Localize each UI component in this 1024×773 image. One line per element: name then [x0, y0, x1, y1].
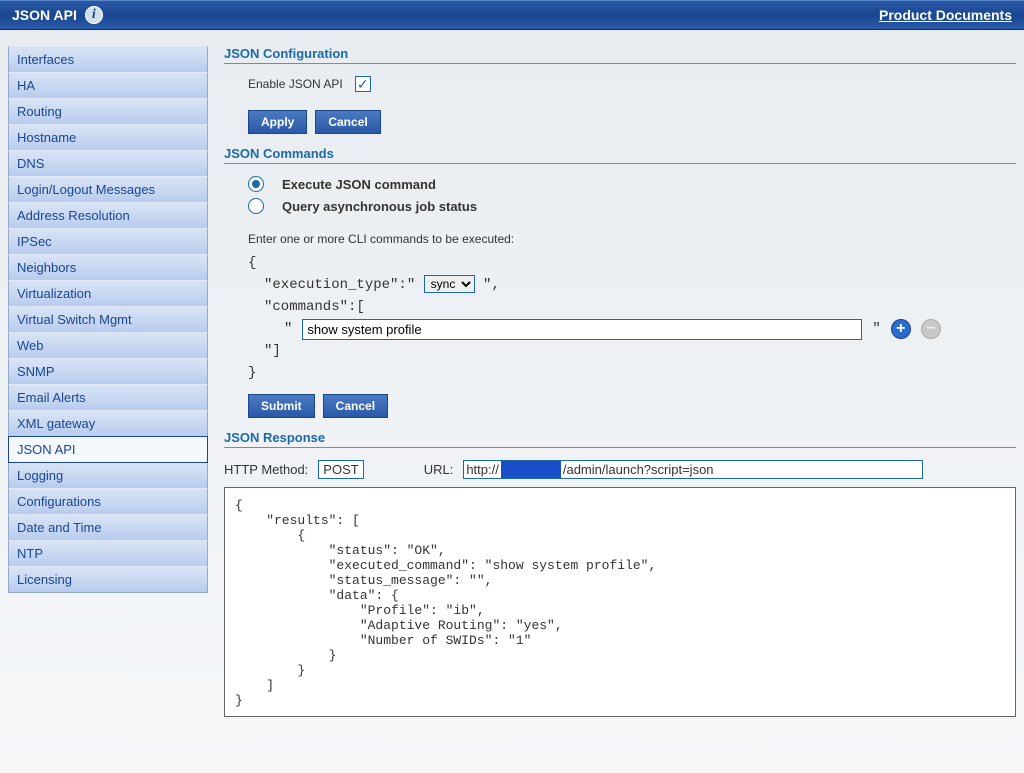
sidebar-item-web[interactable]: Web — [8, 332, 208, 359]
sidebar-item-email-alerts[interactable]: Email Alerts — [8, 384, 208, 411]
http-method-value: POST — [318, 460, 363, 479]
sidebar-item-dns[interactable]: DNS — [8, 150, 208, 177]
sidebar-item-virtualization[interactable]: Virtualization — [8, 280, 208, 307]
sidebar-item-xml-gateway[interactable]: XML gateway — [8, 410, 208, 437]
url-prefix: http:// — [464, 461, 501, 478]
sidebar-item-date-and-time[interactable]: Date and Time — [8, 514, 208, 541]
remove-command-icon: − — [921, 319, 941, 339]
radio-query-label: Query asynchronous job status — [282, 199, 477, 214]
sidebar-item-routing[interactable]: Routing — [8, 98, 208, 125]
sidebar-item-hostname[interactable]: Hostname — [8, 124, 208, 151]
radio-row-execute[interactable]: Execute JSON command — [248, 176, 1016, 192]
sidebar-item-snmp[interactable]: SNMP — [8, 358, 208, 385]
exec-key: "execution_type":" — [264, 277, 424, 293]
command-buttons: Submit Cancel — [248, 394, 1016, 418]
command-block: Enter one or more CLI commands to be exe… — [248, 232, 1016, 384]
sidebar-item-interfaces[interactable]: Interfaces — [8, 46, 208, 73]
quote-open: " — [284, 318, 292, 340]
sidebar-item-json-api[interactable]: JSON API — [8, 436, 208, 463]
code-close-brace: } — [248, 362, 1016, 384]
command-input-row: " " + − — [248, 318, 1016, 340]
section-title-commands: JSON Commands — [224, 146, 1016, 164]
cancel-command-button[interactable]: Cancel — [323, 394, 388, 418]
apply-button[interactable]: Apply — [248, 110, 307, 134]
sidebar-item-ntp[interactable]: NTP — [8, 540, 208, 567]
page-title: JSON API — [12, 7, 77, 23]
radio-execute-label: Execute JSON command — [282, 177, 436, 192]
sidebar-item-address-resolution[interactable]: Address Resolution — [8, 202, 208, 229]
radio-row-query[interactable]: Query asynchronous job status — [248, 198, 1016, 214]
execution-type-select[interactable]: sync — [424, 275, 475, 293]
http-method-label: HTTP Method: — [224, 462, 308, 477]
exec-type-line: "execution_type":" sync ", — [248, 274, 1016, 296]
sidebar-item-logging[interactable]: Logging — [8, 462, 208, 489]
product-documents-link[interactable]: Product Documents — [879, 7, 1012, 23]
url-label: URL: — [424, 462, 454, 477]
code-open-brace: { — [248, 252, 1016, 274]
section-title-response: JSON Response — [224, 430, 1016, 448]
sidebar-item-neighbors[interactable]: Neighbors — [8, 254, 208, 281]
radio-execute[interactable] — [248, 176, 264, 192]
submit-button[interactable]: Submit — [248, 394, 315, 418]
quote-close: " — [872, 318, 880, 340]
sidebar-item-configurations[interactable]: Configurations — [8, 488, 208, 515]
url-redacted — [501, 461, 561, 478]
url-suffix: /admin/launch?script=json — [561, 461, 716, 478]
sidebar-item-ha[interactable]: HA — [8, 72, 208, 99]
topbar-left: JSON API i — [12, 6, 103, 24]
cancel-config-button[interactable]: Cancel — [315, 110, 380, 134]
radio-query[interactable] — [248, 198, 264, 214]
command-input[interactable] — [302, 319, 862, 340]
response-meta: HTTP Method: POST URL: http:// /admin/la… — [224, 460, 1016, 479]
close-array: "] — [248, 340, 1016, 362]
sidebar: InterfacesHARoutingHostnameDNSLogin/Logo… — [8, 46, 208, 717]
enable-json-checkbox[interactable]: ✓ — [355, 76, 371, 92]
add-command-icon[interactable]: + — [891, 319, 911, 339]
radio-group: Execute JSON command Query asynchronous … — [248, 176, 1016, 214]
sidebar-item-login-logout-messages[interactable]: Login/Logout Messages — [8, 176, 208, 203]
command-prompt: Enter one or more CLI commands to be exe… — [248, 232, 1016, 246]
enable-row: Enable JSON API ✓ — [248, 76, 1016, 92]
sidebar-item-licensing[interactable]: Licensing — [8, 566, 208, 593]
exec-after: ", — [483, 277, 500, 293]
sidebar-item-ipsec[interactable]: IPSec — [8, 228, 208, 255]
topbar: JSON API i Product Documents — [0, 0, 1024, 30]
config-buttons: Apply Cancel — [248, 110, 1016, 134]
response-body[interactable]: { "results": [ { "status": "OK", "execut… — [224, 487, 1016, 717]
main-layout: InterfacesHARoutingHostnameDNSLogin/Logo… — [0, 30, 1024, 725]
url-box: http:// /admin/launch?script=json — [463, 460, 923, 479]
info-icon[interactable]: i — [85, 6, 103, 24]
content: JSON Configuration Enable JSON API ✓ App… — [224, 46, 1016, 717]
section-title-config: JSON Configuration — [224, 46, 1016, 64]
enable-label: Enable JSON API — [248, 77, 343, 91]
commands-key: "commands":[ — [248, 296, 1016, 318]
sidebar-item-virtual-switch-mgmt[interactable]: Virtual Switch Mgmt — [8, 306, 208, 333]
